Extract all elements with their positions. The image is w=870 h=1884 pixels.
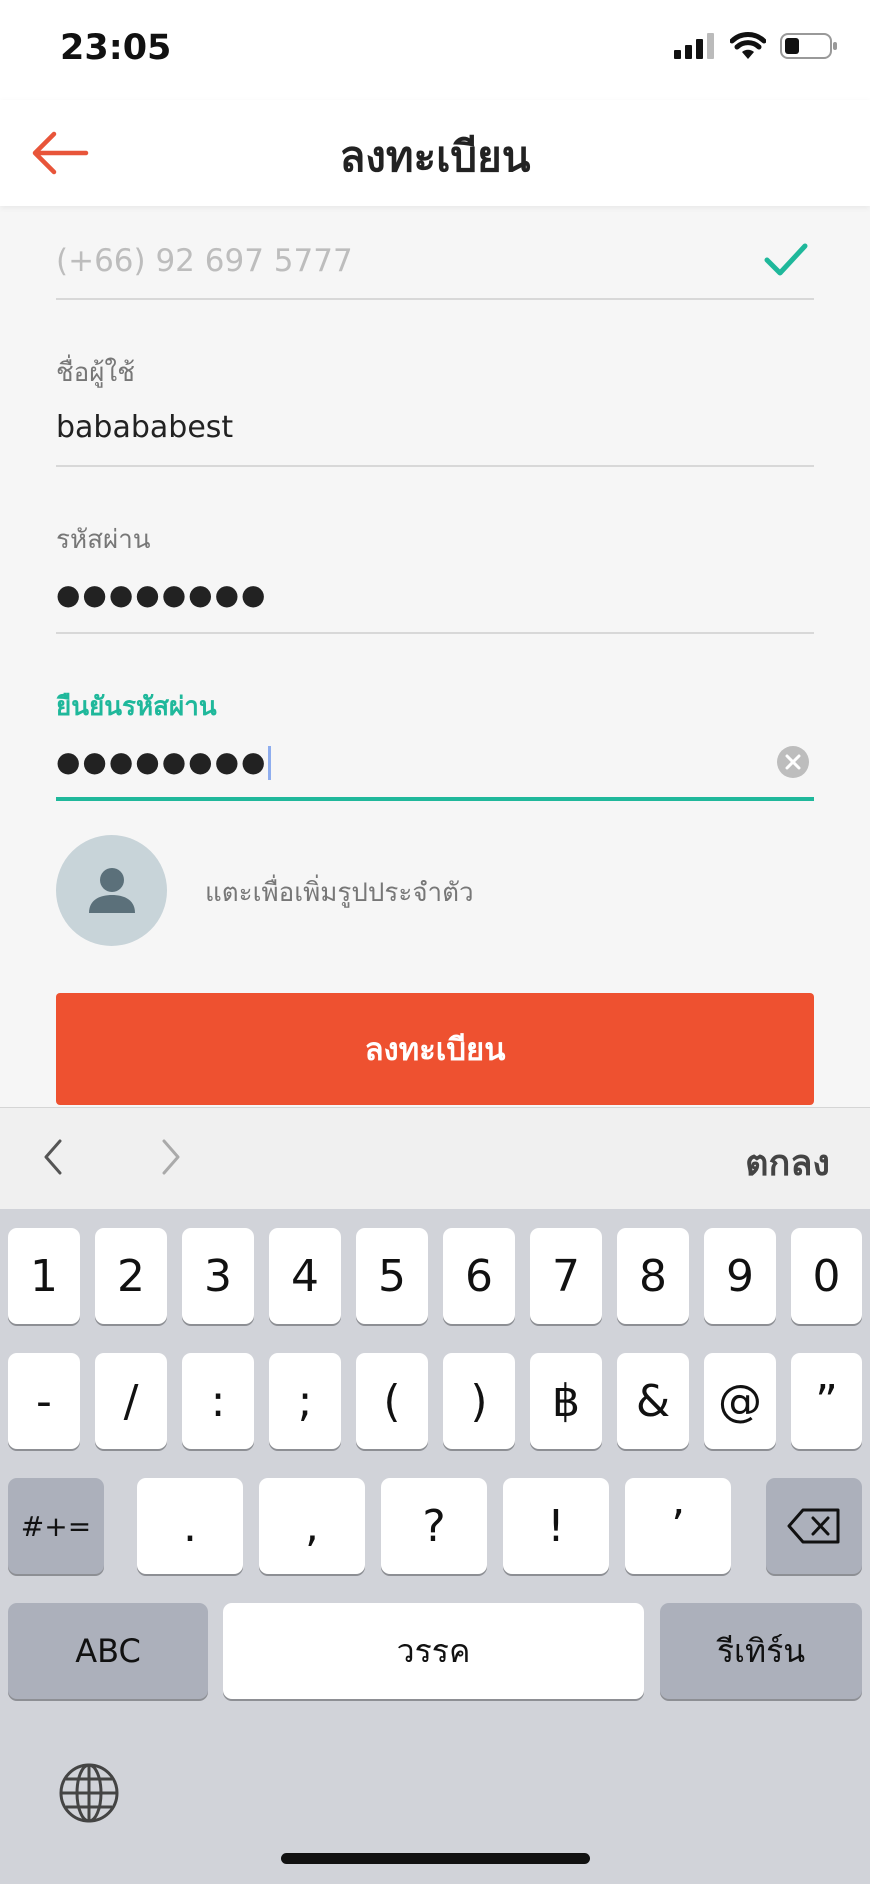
username-field[interactable]: ชื่อผู้ใช้ babababest: [56, 355, 814, 469]
avatar-button[interactable]: [56, 835, 167, 946]
previous-field-button[interactable]: [42, 1138, 64, 1180]
confirm-password-value: ●●●●●●●●: [56, 745, 268, 778]
key-apostrophe[interactable]: ’: [625, 1478, 731, 1574]
text-caret: [268, 745, 272, 780]
status-bar: 23:05: [0, 0, 870, 100]
key-comma[interactable]: ,: [259, 1478, 365, 1574]
username-label: ชื่อผู้ใช้: [56, 358, 135, 388]
key-return[interactable]: รีเทิร์น: [660, 1603, 862, 1699]
key-slash[interactable]: /: [95, 1353, 167, 1449]
key-exclamation[interactable]: !: [503, 1478, 609, 1574]
key-colon[interactable]: :: [182, 1353, 254, 1449]
key-more-symbols[interactable]: #+=: [8, 1478, 104, 1574]
key-1[interactable]: 1: [8, 1228, 80, 1324]
key-period[interactable]: .: [137, 1478, 243, 1574]
key-semicolon[interactable]: ;: [269, 1353, 341, 1449]
key-ampersand[interactable]: &: [617, 1353, 689, 1449]
key-backspace[interactable]: [766, 1478, 862, 1574]
confirm-password-underline: [56, 797, 814, 801]
backspace-icon: [787, 1508, 840, 1544]
chevron-right-icon: [162, 1139, 180, 1175]
key-at[interactable]: @: [704, 1353, 776, 1449]
wifi-icon: [730, 32, 766, 59]
key-space[interactable]: วรรค: [223, 1603, 644, 1699]
key-9[interactable]: 9: [704, 1228, 776, 1324]
register-button[interactable]: ลงทะเบียน: [56, 993, 814, 1105]
done-button[interactable]: ตกลง: [745, 1134, 830, 1191]
phone-underline: [56, 298, 814, 300]
confirm-password-label: ยืนยันรหัสผ่าน: [56, 692, 217, 722]
key-2[interactable]: 2: [95, 1228, 167, 1324]
key-0[interactable]: 0: [791, 1228, 862, 1324]
globe-button[interactable]: [58, 1762, 120, 1824]
chevron-left-icon: [44, 1139, 62, 1175]
key-question[interactable]: ?: [381, 1478, 487, 1574]
phone-value: (+66) 92 697 5777: [56, 243, 353, 279]
avatar-hint[interactable]: แตะเพื่อเพิ่มรูปประจำตัว: [205, 872, 474, 913]
page-title: ลงทะเบียน: [339, 132, 531, 181]
key-4[interactable]: 4: [269, 1228, 341, 1324]
key-baht[interactable]: ฿: [530, 1353, 602, 1449]
key-3[interactable]: 3: [182, 1228, 254, 1324]
username-input[interactable]: babababest: [56, 403, 814, 453]
status-time: 23:05: [60, 28, 172, 68]
confirm-password-field[interactable]: ยืนยันรหัสผ่าน ●●●●●●●●: [56, 689, 814, 803]
key-6[interactable]: 6: [443, 1228, 515, 1324]
key-quote[interactable]: ”: [791, 1353, 862, 1449]
clear-icon[interactable]: [776, 745, 810, 779]
key-paren-close[interactable]: ): [443, 1353, 515, 1449]
confirm-password-input[interactable]: ●●●●●●●●: [56, 737, 814, 787]
key-abc[interactable]: ABC: [8, 1603, 208, 1699]
username-underline: [56, 465, 814, 467]
phone-field[interactable]: (+66) 92 697 5777: [56, 236, 814, 302]
password-label: รหัสผ่าน: [56, 525, 151, 555]
home-indicator: [281, 1853, 590, 1864]
globe-icon: [59, 1763, 119, 1823]
signal-icon: [674, 33, 714, 59]
check-icon: [764, 243, 808, 276]
keyboard-toolbar: ตกลง: [0, 1107, 870, 1210]
person-icon: [89, 868, 135, 913]
battery-icon: [780, 33, 837, 59]
password-input[interactable]: ●●●●●●●●: [56, 570, 814, 620]
key-7[interactable]: 7: [530, 1228, 602, 1324]
nav-bar: ลงทะเบียน: [0, 100, 870, 206]
key-paren-open[interactable]: (: [356, 1353, 428, 1449]
key-hyphen[interactable]: -: [8, 1353, 80, 1449]
password-underline: [56, 632, 814, 634]
next-field-button[interactable]: [160, 1138, 182, 1180]
key-8[interactable]: 8: [617, 1228, 689, 1324]
password-field[interactable]: รหัสผ่าน ●●●●●●●●: [56, 522, 814, 636]
key-5[interactable]: 5: [356, 1228, 428, 1324]
status-icons: [674, 32, 838, 60]
